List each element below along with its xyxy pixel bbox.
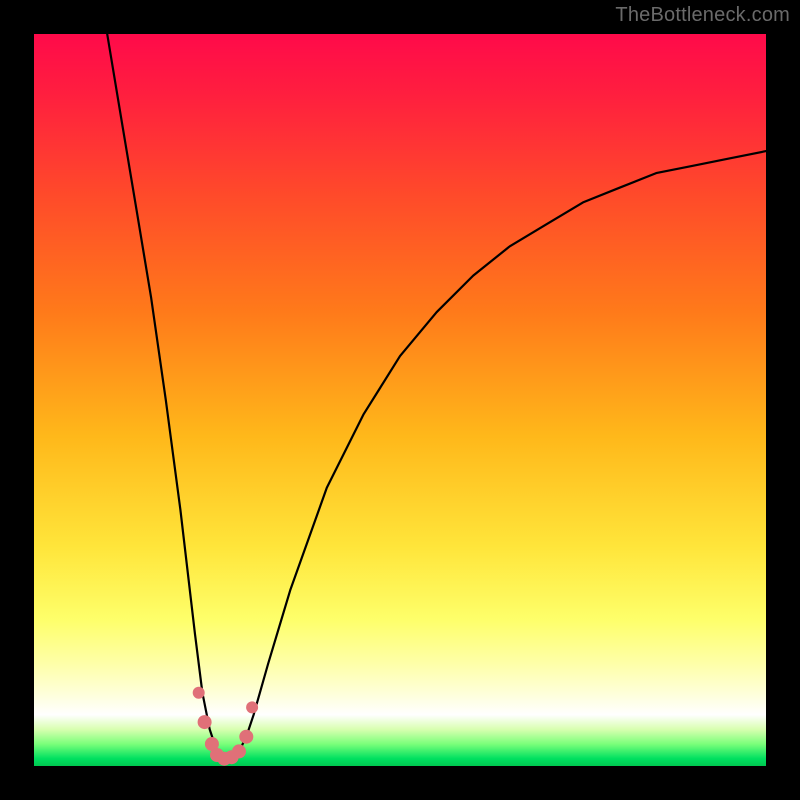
plot-area xyxy=(34,34,766,766)
minimum-dot xyxy=(246,701,258,713)
watermark-text: TheBottleneck.com xyxy=(615,4,790,27)
minimum-dot xyxy=(239,730,253,744)
minimum-dot xyxy=(232,744,246,758)
chart-frame: TheBottleneck.com xyxy=(0,0,800,800)
curve-layer xyxy=(34,34,766,766)
bottleneck-curve xyxy=(107,34,766,759)
minimum-dot xyxy=(198,715,212,729)
minimum-dot xyxy=(193,687,205,699)
